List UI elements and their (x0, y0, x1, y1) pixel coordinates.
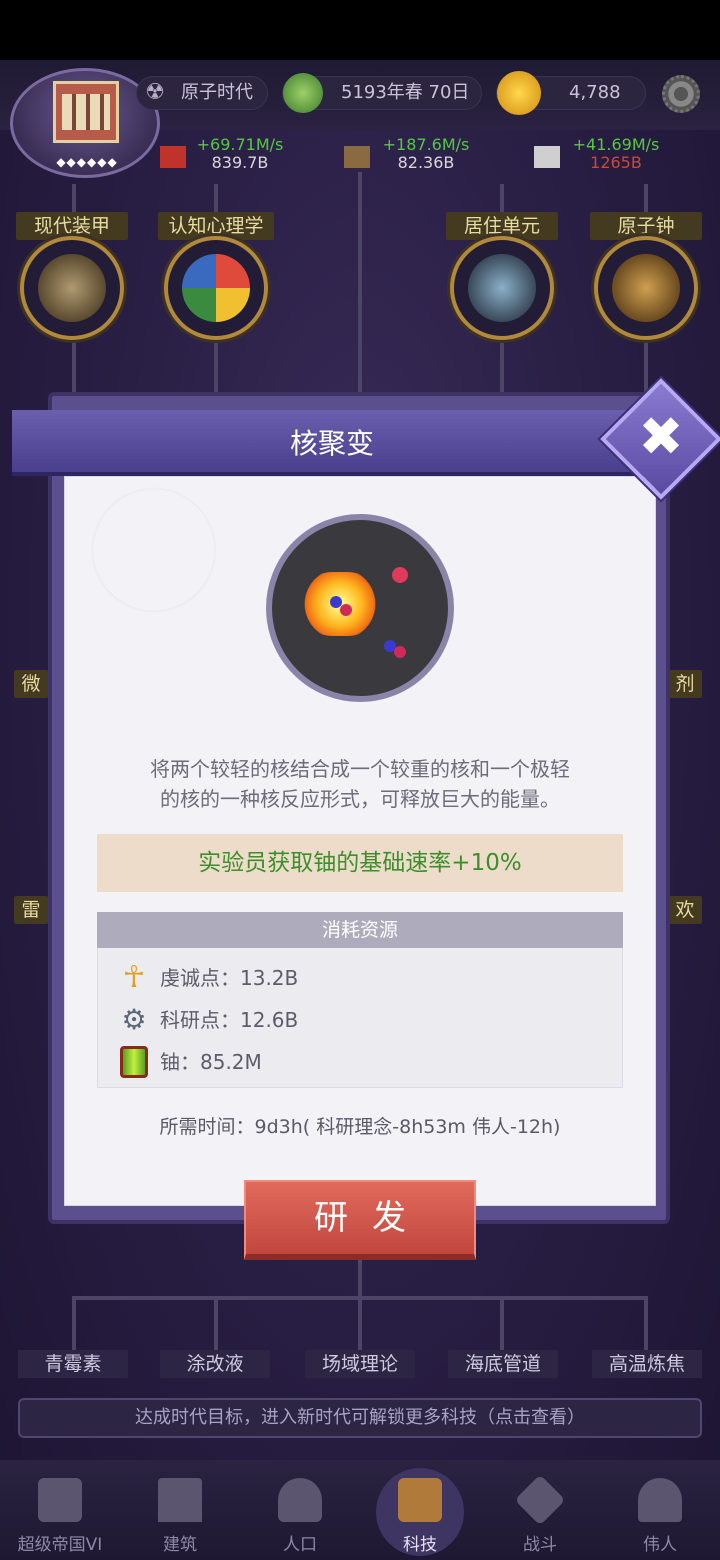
nav-technology[interactable]: 科技 (360, 1460, 480, 1560)
leaf-icon (283, 73, 323, 113)
tech-label-correction-fluid[interactable]: 涂改液 (160, 1350, 270, 1378)
tech-label-field-theory[interactable]: 场域理论 (305, 1350, 415, 1378)
tech-node-housing-unit[interactable] (450, 236, 554, 340)
gears-icon: ⚙ (121, 1003, 147, 1036)
tree-line (358, 172, 362, 392)
date-label: 5193年春 70日 (341, 82, 470, 103)
nav-empire[interactable]: 超级帝国VI (0, 1460, 120, 1560)
resource-2-rate: +187.6M/s (382, 135, 470, 154)
tree-line (214, 1296, 218, 1350)
nav-empire-label: 超级帝国VI (17, 1535, 103, 1555)
status-bar (0, 0, 720, 60)
nav-battle-label: 战斗 (523, 1535, 557, 1555)
close-icon[interactable]: ✖ (628, 404, 694, 470)
atomic-clock-icon (612, 254, 680, 322)
resource-3-rate: +41.69M/s (572, 135, 660, 154)
tree-line (644, 184, 648, 214)
tree-line (72, 1296, 76, 1350)
nav-technology-label: 科技 (403, 1535, 437, 1555)
tree-line (644, 338, 648, 392)
rank-dots: ◆◆◆◆◆◆ (56, 155, 118, 169)
side-label-right-1: 剂 (668, 670, 702, 698)
crossed-swords-icon (514, 1474, 566, 1526)
cost-faith-label: 虔诚点：13.2B (160, 966, 299, 990)
side-label-right-2: 欢 (668, 896, 702, 924)
resource-3: +41.69M/s 1265B (556, 136, 676, 172)
book-icon (398, 1478, 442, 1522)
tech-node-modern-armor[interactable] (20, 236, 124, 340)
apartment-icon (468, 254, 536, 322)
resource-1-total: 839.7B (211, 153, 269, 172)
nav-buildings[interactable]: 建筑 (120, 1460, 240, 1560)
building-icon (53, 81, 119, 143)
era-label: 原子时代 (181, 82, 253, 103)
nucleus-icon (340, 604, 352, 616)
resource-2-total: 82.36B (397, 153, 455, 172)
tech-label-undersea-pipeline[interactable]: 海底管道 (448, 1350, 558, 1378)
ankh-icon: ☥ (122, 960, 146, 995)
tree-line (72, 338, 76, 398)
side-label-left-2: 雷 (14, 896, 48, 924)
head-chart-icon (182, 254, 250, 322)
tree-line (358, 1296, 362, 1350)
resource-1: +69.71M/s 839.7B (180, 136, 300, 172)
research-button[interactable]: 研发 (244, 1180, 476, 1260)
resource-2: +187.6M/s 82.36B (366, 136, 486, 172)
tree-line (72, 184, 76, 214)
resource-1-rate: +69.71M/s (196, 135, 284, 154)
research-time: 所需时间：9d3h( 科研理念-8h53m 伟人-12h) (159, 1116, 561, 1138)
nav-great-people[interactable]: 伟人 (600, 1460, 720, 1560)
tank-icon (38, 254, 106, 322)
cost-research-label: 科研点：12.6B (160, 1008, 299, 1032)
coin-plus-icon (497, 71, 541, 115)
coin-count: 4,788 (569, 82, 621, 103)
dialog-title: 核聚变 (289, 427, 374, 460)
side-label-left-1: 微 (14, 670, 48, 698)
nav-great-people-label: 伟人 (643, 1535, 677, 1555)
date-pill: 5193年春 70日 (282, 73, 482, 113)
nav-population-label: 人口 (283, 1535, 317, 1555)
tree-line (500, 338, 504, 392)
person-icon (278, 1478, 322, 1522)
coin-pill[interactable]: 4,788 (496, 71, 646, 115)
house-icon (158, 1478, 202, 1522)
tree-line (500, 1296, 504, 1350)
resource-3-total: 1265B (590, 153, 642, 172)
radiation-icon: ☢ (145, 80, 165, 105)
description-line-1: 将两个较轻的核结合成一个较重的核和一个极轻 (150, 757, 570, 781)
statue-icon (638, 1478, 682, 1522)
description-line-2: 的核的一种核反应形式，可释放巨大的能量。 (160, 787, 560, 811)
tree-line (214, 338, 218, 392)
nav-population[interactable]: 人口 (240, 1460, 360, 1560)
tree-line (500, 184, 504, 214)
tech-description: 将两个较轻的核结合成一个较重的核和一个极轻 的核的一种核反应形式，可释放巨大的能… (100, 754, 620, 814)
tech-label-high-temp-coking[interactable]: 高温炼焦 (592, 1350, 702, 1378)
tech-node-atomic-clock[interactable] (594, 236, 698, 340)
nav-buildings-label: 建筑 (163, 1535, 197, 1555)
cost-header: 消耗资源 (97, 912, 623, 948)
era-pill[interactable]: ☢ 原子时代 (136, 76, 268, 110)
uranium-barrel-icon (120, 1046, 148, 1078)
game-screen: { "header": { "era_label": "原子时代", "date… (0, 0, 720, 1560)
tech-effect: 实验员获取铀的基础速率+10% (97, 834, 623, 892)
tree-line (214, 184, 218, 214)
tech-node-cognitive-psychology[interactable] (164, 236, 268, 340)
nav-battle[interactable]: 战斗 (480, 1460, 600, 1560)
cost-uranium-label: 铀：85.2M (160, 1050, 262, 1074)
neutron-icon (392, 567, 408, 583)
castle-icon (38, 1478, 82, 1522)
tech-label-penicillin[interactable]: 青霉素 (18, 1350, 128, 1378)
tree-line (644, 1296, 648, 1350)
settings-gear-icon[interactable] (662, 75, 700, 113)
era-goal-banner[interactable]: 达成时代目标，进入新时代可解锁更多科技（点击查看） (18, 1398, 702, 1438)
helium-nucleus-icon (394, 646, 406, 658)
tree-line (358, 1258, 362, 1298)
